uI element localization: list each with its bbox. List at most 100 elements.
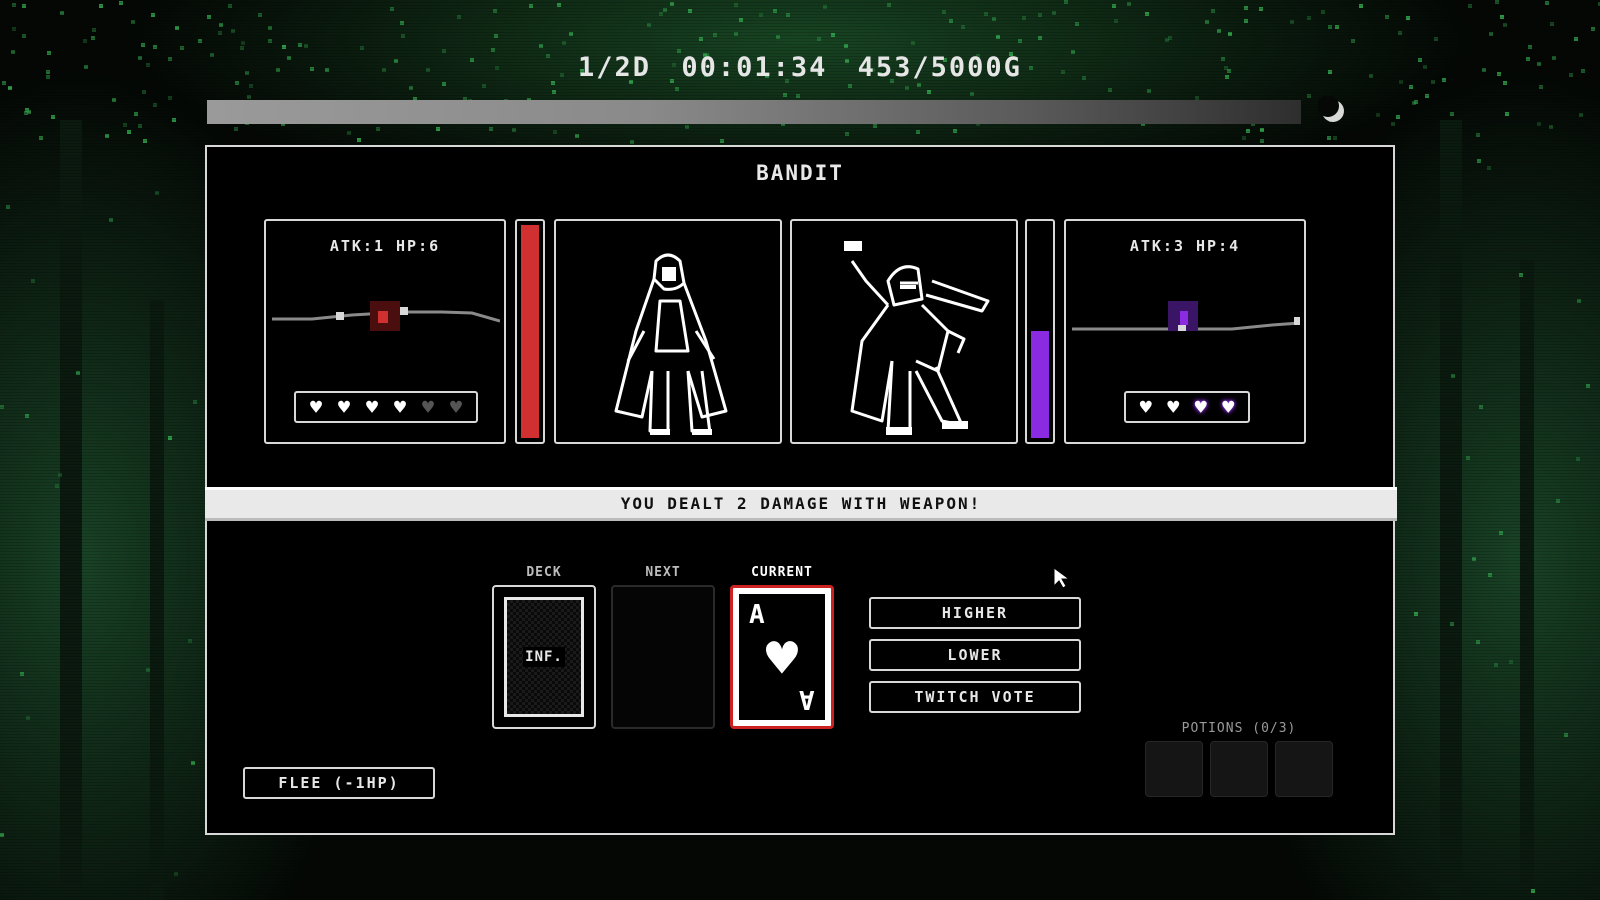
leaf-pixel xyxy=(218,23,223,28)
leaf-pixel xyxy=(152,102,157,107)
leaf-pixel xyxy=(153,44,158,49)
leaf-pixel xyxy=(970,92,975,97)
leaf-pixel xyxy=(1328,24,1333,29)
leaf-pixel xyxy=(942,9,947,14)
leaf-pixel xyxy=(127,129,132,134)
leaf-pixel xyxy=(844,44,849,49)
leaf-pixel xyxy=(687,9,692,14)
leaf-pixel xyxy=(1326,135,1331,140)
leaf-pixel xyxy=(916,82,921,87)
leaf-pixel xyxy=(0,833,5,838)
leaf-pixel xyxy=(1144,11,1149,16)
potion-slot[interactable] xyxy=(1145,741,1203,797)
leaf-pixel xyxy=(926,89,931,94)
leaf-pixel xyxy=(983,11,988,16)
leaf-pixel xyxy=(758,12,763,17)
hud-status-bar: 1/2D 00:01:34 453/5000G xyxy=(0,52,1600,83)
potion-slot[interactable] xyxy=(1275,741,1333,797)
lower-button[interactable]: LOWER xyxy=(869,639,1081,671)
leaf-pixel xyxy=(528,3,533,8)
leaf-pixel xyxy=(1576,299,1581,304)
leaf-pixel xyxy=(1488,32,1493,37)
card-rank-bottom: A xyxy=(799,684,815,714)
mouse-cursor-icon xyxy=(1053,567,1071,589)
leaf-pixel xyxy=(206,15,211,20)
leaf-pixel xyxy=(267,38,272,43)
enemy-name: BANDIT xyxy=(756,161,844,185)
leaf-pixel xyxy=(795,94,800,99)
leaf-pixel xyxy=(54,483,59,488)
enemy-portrait xyxy=(790,219,1018,444)
leaf-pixel xyxy=(360,46,365,51)
leaf-pixel xyxy=(733,3,738,8)
twitch-vote-button[interactable]: TWITCH VOTE xyxy=(869,681,1081,713)
leaf-pixel xyxy=(91,28,96,33)
leaf-pixel xyxy=(399,20,404,25)
leaf-pixel xyxy=(400,33,405,38)
leaf-pixel xyxy=(193,399,198,404)
deck-pile[interactable]: INF. xyxy=(492,585,596,729)
enemy-attack-track xyxy=(1072,301,1300,331)
leaf-pixel xyxy=(1259,138,1264,143)
leaf-pixel xyxy=(719,138,724,143)
flee-button[interactable]: FLEE (-1HP) xyxy=(243,767,435,799)
leaf-pixel xyxy=(646,23,651,28)
leaf-pixel xyxy=(992,16,997,21)
leaf-pixel xyxy=(539,44,544,49)
leaf-pixel xyxy=(217,31,222,36)
leaf-pixel xyxy=(76,371,81,376)
leaf-pixel xyxy=(1409,85,1414,90)
leaf-pixel xyxy=(24,110,29,115)
leaf-pixel xyxy=(20,671,25,676)
leaf-pixel xyxy=(1590,27,1595,32)
player-hearts: ♥ ♥ ♥ ♥ ♥ ♥ xyxy=(294,391,478,423)
potion-slot[interactable] xyxy=(1210,741,1268,797)
leaf-pixel xyxy=(961,25,966,30)
leaf-pixel xyxy=(1528,45,1533,50)
leaf-pixel xyxy=(1167,35,1172,40)
leaf-pixel xyxy=(831,33,836,38)
higher-button[interactable]: HIGHER xyxy=(869,597,1081,629)
card-back: INF. xyxy=(504,597,584,717)
leaf-pixel xyxy=(1147,89,1152,94)
player-hp-bar xyxy=(515,219,545,444)
leaf-pixel xyxy=(24,413,29,418)
leaf-pixel xyxy=(241,41,246,46)
heart-icon: ♥ xyxy=(309,395,323,419)
leaf-pixel xyxy=(231,29,236,34)
leaf-pixel xyxy=(234,127,239,132)
deck-count: INF. xyxy=(523,647,565,667)
day-counter: 1/2D xyxy=(578,52,652,83)
leaf-pixel xyxy=(911,40,916,45)
leaf-pixel xyxy=(1486,166,1491,171)
leaf-pixel xyxy=(104,134,109,139)
leaf-pixel xyxy=(1350,39,1355,44)
leaf-pixel xyxy=(1321,9,1326,14)
player-attack-track xyxy=(272,301,500,331)
leaf-pixel xyxy=(108,218,113,223)
leaf-pixel xyxy=(669,1,674,6)
leaf-pixel xyxy=(191,760,196,765)
gold-counter: 453/5000G xyxy=(857,52,1022,83)
leaf-pixel xyxy=(26,110,31,115)
player-portrait xyxy=(554,219,782,444)
combat-message: YOU DEALT 2 DAMAGE WITH WEAPON! xyxy=(205,487,1397,521)
leaf-pixel xyxy=(268,26,273,31)
leaf-pixel xyxy=(1465,455,1470,460)
leaf-pixel xyxy=(1467,4,1472,9)
leaf-pixel xyxy=(783,92,788,97)
leaf-pixel xyxy=(1064,0,1069,5)
leaf-pixel xyxy=(376,127,381,132)
heart-icon: ♥ xyxy=(1194,395,1207,419)
leaf-pixel xyxy=(786,13,791,18)
leaf-pixel xyxy=(1549,21,1554,26)
potions-label: POTIONS (0/3) xyxy=(1181,721,1297,736)
leaf-pixel xyxy=(1451,374,1456,379)
leaf-pixel xyxy=(59,11,64,16)
leaf-pixel xyxy=(698,36,703,41)
heart-icon: ♥ xyxy=(337,395,351,419)
leaf-pixel xyxy=(11,27,16,32)
leaf-pixel xyxy=(1499,530,1504,535)
leaf-pixel xyxy=(511,128,516,133)
enemy-hp-bar xyxy=(1025,219,1055,444)
